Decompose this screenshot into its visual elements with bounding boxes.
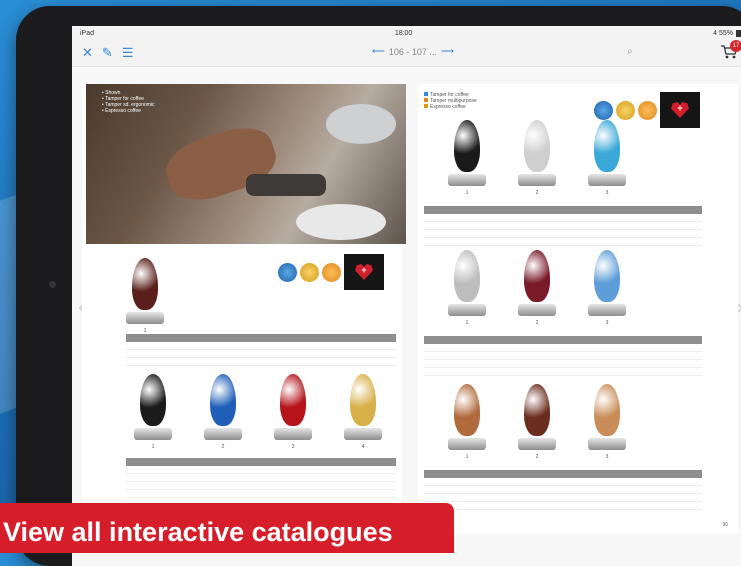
- tamper-number: 3: [605, 454, 609, 460]
- cart-count-badge: 17: [730, 40, 741, 52]
- tamper-base: [588, 304, 626, 316]
- tamper-handle: [454, 120, 480, 172]
- tamper-handle: [524, 120, 550, 172]
- tamper-handle: [350, 374, 376, 426]
- tamper-base: [588, 174, 626, 186]
- wrench-icon[interactable]: ✎: [102, 45, 113, 61]
- view-catalogues-button[interactable]: View all interactive catalogues: [0, 503, 454, 553]
- tamper-product[interactable]: 1: [120, 258, 170, 340]
- prev-page-button[interactable]: ⟵: [372, 46, 385, 57]
- toolbar: ✕ ✎ ☰ ⟵ 106 - 107 ... ⟶ ⌕ 17: [72, 40, 741, 67]
- tamper-number: 1: [151, 444, 155, 450]
- catalogue-page-left: Shown Tamper for coffee Tamper sd. ergon…: [82, 84, 406, 534]
- tamper-product[interactable]: 3: [582, 120, 632, 202]
- tamper-base: [134, 428, 172, 440]
- tamper-handle: [132, 258, 158, 310]
- tamper-number: 2: [535, 190, 539, 196]
- tamper-handle: [210, 374, 236, 426]
- tamper-number: 4: [361, 444, 365, 450]
- spec-table: [424, 206, 702, 246]
- search-icon[interactable]: ⌕: [627, 46, 633, 57]
- tamper-number: 2: [535, 320, 539, 326]
- tamper-base: [274, 428, 312, 440]
- tamper-handle: [524, 250, 550, 302]
- certification-logos: +: [278, 254, 384, 290]
- battery-indicator: 4 55%: [713, 29, 741, 37]
- tamper-handle: [594, 250, 620, 302]
- tablet-frame: iPad 18:00 4 55% ✕ ✎ ☰ ⟵ 106 - 107 ... ⟶…: [16, 6, 741, 566]
- tamper-product[interactable]: 3: [582, 250, 632, 332]
- tamper-product[interactable]: 2: [512, 250, 562, 332]
- tamper-handle: [454, 250, 480, 302]
- page-number: 96: [722, 522, 728, 528]
- tamper-product[interactable]: 1: [442, 384, 492, 466]
- award-icon: [322, 262, 341, 282]
- tamper-product[interactable]: 1: [442, 120, 492, 202]
- next-page-button[interactable]: ⟶: [441, 46, 454, 57]
- home-button: [49, 281, 56, 288]
- tamper-number: 1: [465, 190, 469, 196]
- hero-feature-list: Shown Tamper for coffee Tamper sd. ergon…: [102, 90, 155, 114]
- tamper-product[interactable]: 3: [582, 384, 632, 466]
- page-range: 106 - 107 ...: [388, 46, 437, 57]
- tamper-base: [344, 428, 382, 440]
- app-screen: iPad 18:00 4 55% ✕ ✎ ☰ ⟵ 106 - 107 ... ⟶…: [72, 26, 741, 566]
- close-icon[interactable]: ✕: [82, 45, 93, 61]
- device-label: iPad: [80, 29, 95, 37]
- spec-table: [126, 334, 396, 366]
- tamper-number: 2: [221, 444, 225, 450]
- tamper-base: [518, 438, 556, 450]
- category-legend: Tamper for coffee Tamper multipurpose Es…: [424, 92, 477, 110]
- tamper-base: [448, 304, 486, 316]
- tamper-product[interactable]: 2: [198, 374, 248, 456]
- tamper-product[interactable]: 2: [512, 384, 562, 466]
- tamper-handle: [140, 374, 166, 426]
- medal-icon: [616, 100, 635, 120]
- tamper-handle: [594, 120, 620, 172]
- tamper-product[interactable]: 4: [338, 374, 388, 456]
- tamper-number: 1: [465, 320, 469, 326]
- legend-item: Espresso coffee: [424, 104, 477, 110]
- globe-icon: [594, 100, 613, 120]
- tamper-product[interactable]: 1: [128, 374, 178, 456]
- brand-logo: +: [344, 254, 384, 290]
- tamper-base: [204, 428, 242, 440]
- tamper-product[interactable]: 2: [512, 120, 562, 202]
- tamper-product[interactable]: 3: [268, 374, 318, 456]
- hero-photo: Shown Tamper for coffee Tamper sd. ergon…: [86, 84, 406, 244]
- tamper-base: [126, 312, 164, 324]
- tamper-base: [518, 304, 556, 316]
- award-icon: [638, 100, 657, 120]
- tamper-number: 3: [291, 444, 295, 450]
- spec-table: [424, 336, 702, 376]
- page-navigator: ⟵ 106 - 107 ... ⟶: [372, 46, 454, 57]
- tamper-handle: [454, 384, 480, 436]
- spec-table: [126, 458, 396, 506]
- battery-icon: [736, 29, 741, 37]
- status-bar: iPad 18:00 4 55%: [72, 26, 741, 40]
- catalogue-page-right: Tamper for coffee Tamper multipurpose Es…: [418, 84, 738, 534]
- tamper-number: 3: [605, 320, 609, 326]
- tamper-handle: [594, 384, 620, 436]
- tamper-handle: [524, 384, 550, 436]
- tamper-base: [448, 174, 486, 186]
- status-time: 18:00: [394, 29, 413, 37]
- brand-logo: +: [660, 92, 700, 128]
- tamper-number: 3: [605, 190, 609, 196]
- tamper-base: [448, 438, 486, 450]
- medal-icon: [300, 262, 319, 282]
- tamper-base: [588, 438, 626, 450]
- spec-table: [424, 470, 702, 510]
- tamper-handle: [280, 374, 306, 426]
- battery-text: 4 55%: [713, 29, 733, 37]
- list-icon[interactable]: ☰: [122, 45, 134, 61]
- tamper-number: 1: [465, 454, 469, 460]
- hero-list-item: Espresso coffee: [102, 108, 155, 114]
- tamper-product[interactable]: 1: [442, 250, 492, 332]
- tamper-base: [518, 174, 556, 186]
- globe-icon: [278, 262, 297, 282]
- tamper-number: 2: [535, 454, 539, 460]
